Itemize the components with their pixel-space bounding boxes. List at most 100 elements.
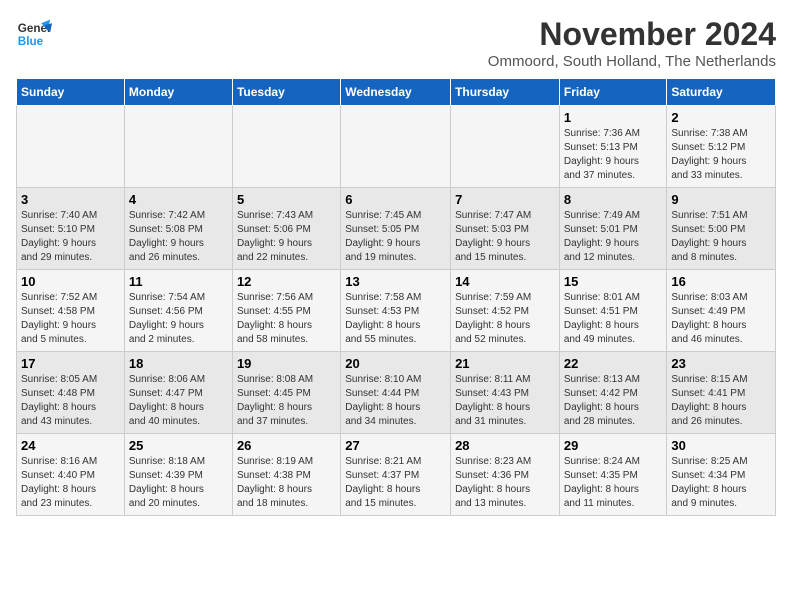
calendar-cell: 14 Sunrise: 7:59 AM Sunset: 4:52 PM Dayli… — [451, 270, 560, 352]
day-info: Sunrise: 8:23 AM Sunset: 4:36 PM Dayligh… — [455, 455, 555, 511]
day-number: 19 — [237, 356, 336, 371]
day-number: 15 — [564, 274, 663, 289]
day-number: 23 — [671, 356, 771, 371]
day-info: Sunrise: 7:59 AM Sunset: 4:52 PM Dayligh… — [455, 291, 555, 347]
day-number: 20 — [345, 356, 446, 371]
day-number: 2 — [671, 110, 771, 125]
day-number: 22 — [564, 356, 663, 371]
day-info: Sunrise: 7:43 AM Sunset: 5:06 PM Dayligh… — [237, 209, 336, 265]
calendar-week-2: 3Sunrise: 7:40 AM Sunset: 5:10 PM Daylig… — [17, 188, 776, 270]
calendar-cell: 27 Sunrise: 8:21 AM Sunset: 4:37 PM Dayli… — [341, 434, 451, 516]
column-header-friday: Friday — [559, 79, 667, 106]
day-info: Sunrise: 7:45 AM Sunset: 5:05 PM Dayligh… — [345, 209, 446, 265]
day-info: Sunrise: 7:38 AM Sunset: 5:12 PM Dayligh… — [671, 127, 771, 183]
calendar-cell: 5 Sunrise: 7:43 AM Sunset: 5:06 PM Daylig… — [232, 188, 340, 270]
column-header-monday: Monday — [124, 79, 232, 106]
calendar-cell: 20 Sunrise: 8:10 AM Sunset: 4:44 PM Dayli… — [341, 352, 451, 434]
calendar-week-4: 17 Sunrise: 8:05 AM Sunset: 4:48 PM Dayli… — [17, 352, 776, 434]
calendar-cell: 17 Sunrise: 8:05 AM Sunset: 4:48 PM Dayli… — [17, 352, 125, 434]
calendar-cell — [341, 106, 451, 188]
day-number: 6 — [345, 192, 446, 207]
calendar-cell: 22Sunrise: 8:13 AM Sunset: 4:42 PM Dayli… — [559, 352, 667, 434]
calendar-cell: 10 Sunrise: 7:52 AM Sunset: 4:58 PM Dayli… — [17, 270, 125, 352]
calendar-cell: 2 Sunrise: 7:38 AM Sunset: 5:12 PM Daylig… — [667, 106, 776, 188]
calendar-cell: 7 Sunrise: 7:47 AM Sunset: 5:03 PM Daylig… — [451, 188, 560, 270]
calendar-cell: 16 Sunrise: 8:03 AM Sunset: 4:49 PM Dayli… — [667, 270, 776, 352]
title-section: November 2024 Ommoord, South Holland, Th… — [488, 16, 776, 70]
day-number: 18 — [129, 356, 228, 371]
calendar-cell — [451, 106, 560, 188]
day-info: Sunrise: 8:25 AM Sunset: 4:34 PM Dayligh… — [671, 455, 771, 511]
day-number: 24 — [21, 438, 120, 453]
calendar-week-3: 10 Sunrise: 7:52 AM Sunset: 4:58 PM Dayli… — [17, 270, 776, 352]
header-row: SundayMondayTuesdayWednesdayThursdayFrid… — [17, 79, 776, 106]
calendar-cell: 3Sunrise: 7:40 AM Sunset: 5:10 PM Daylig… — [17, 188, 125, 270]
day-info: Sunrise: 8:08 AM Sunset: 4:45 PM Dayligh… — [237, 373, 336, 429]
calendar-cell: 19 Sunrise: 8:08 AM Sunset: 4:45 PM Dayli… — [232, 352, 340, 434]
day-number: 9 — [671, 192, 771, 207]
day-number: 26 — [237, 438, 336, 453]
column-header-saturday: Saturday — [667, 79, 776, 106]
day-number: 14 — [455, 274, 555, 289]
day-info: Sunrise: 8:10 AM Sunset: 4:44 PM Dayligh… — [345, 373, 446, 429]
day-number: 13 — [345, 274, 446, 289]
day-number: 27 — [345, 438, 446, 453]
calendar-cell: 6 Sunrise: 7:45 AM Sunset: 5:05 PM Daylig… — [341, 188, 451, 270]
day-number: 5 — [237, 192, 336, 207]
calendar-cell: 24 Sunrise: 8:16 AM Sunset: 4:40 PM Dayli… — [17, 434, 125, 516]
calendar-cell: 30Sunrise: 8:25 AM Sunset: 4:34 PM Dayli… — [667, 434, 776, 516]
day-number: 16 — [671, 274, 771, 289]
column-header-tuesday: Tuesday — [232, 79, 340, 106]
calendar-cell: 13 Sunrise: 7:58 AM Sunset: 4:53 PM Dayli… — [341, 270, 451, 352]
calendar-cell: 29Sunrise: 8:24 AM Sunset: 4:35 PM Dayli… — [559, 434, 667, 516]
day-number: 4 — [129, 192, 228, 207]
page-subtitle: Ommoord, South Holland, The Netherlands — [488, 53, 776, 70]
calendar-cell: 1 Sunrise: 7:36 AM Sunset: 5:13 PM Daylig… — [559, 106, 667, 188]
calendar-cell — [17, 106, 125, 188]
calendar-cell: 4 Sunrise: 7:42 AM Sunset: 5:08 PM Daylig… — [124, 188, 232, 270]
day-info: Sunrise: 8:15 AM Sunset: 4:41 PM Dayligh… — [671, 373, 771, 429]
day-number: 17 — [21, 356, 120, 371]
day-info: Sunrise: 8:01 AM Sunset: 4:51 PM Dayligh… — [564, 291, 663, 347]
calendar-cell: 12 Sunrise: 7:56 AM Sunset: 4:55 PM Dayli… — [232, 270, 340, 352]
day-info: Sunrise: 7:54 AM Sunset: 4:56 PM Dayligh… — [129, 291, 228, 347]
day-info: Sunrise: 8:24 AM Sunset: 4:35 PM Dayligh… — [564, 455, 663, 511]
day-number: 28 — [455, 438, 555, 453]
calendar-cell: 28 Sunrise: 8:23 AM Sunset: 4:36 PM Dayli… — [451, 434, 560, 516]
calendar-cell: 25Sunrise: 8:18 AM Sunset: 4:39 PM Dayli… — [124, 434, 232, 516]
day-info: Sunrise: 7:56 AM Sunset: 4:55 PM Dayligh… — [237, 291, 336, 347]
day-info: Sunrise: 7:52 AM Sunset: 4:58 PM Dayligh… — [21, 291, 120, 347]
day-info: Sunrise: 8:11 AM Sunset: 4:43 PM Dayligh… — [455, 373, 555, 429]
day-number: 21 — [455, 356, 555, 371]
calendar-cell: 26Sunrise: 8:19 AM Sunset: 4:38 PM Dayli… — [232, 434, 340, 516]
calendar-table: SundayMondayTuesdayWednesdayThursdayFrid… — [16, 78, 776, 516]
day-info: Sunrise: 7:58 AM Sunset: 4:53 PM Dayligh… — [345, 291, 446, 347]
logo: General Blue — [16, 16, 52, 52]
day-info: Sunrise: 7:40 AM Sunset: 5:10 PM Dayligh… — [21, 209, 120, 265]
day-number: 10 — [21, 274, 120, 289]
day-number: 1 — [564, 110, 663, 125]
day-number: 8 — [564, 192, 663, 207]
calendar-cell: 11Sunrise: 7:54 AM Sunset: 4:56 PM Dayli… — [124, 270, 232, 352]
calendar-cell: 9Sunrise: 7:51 AM Sunset: 5:00 PM Daylig… — [667, 188, 776, 270]
day-info: Sunrise: 7:47 AM Sunset: 5:03 PM Dayligh… — [455, 209, 555, 265]
day-info: Sunrise: 7:36 AM Sunset: 5:13 PM Dayligh… — [564, 127, 663, 183]
day-info: Sunrise: 8:21 AM Sunset: 4:37 PM Dayligh… — [345, 455, 446, 511]
calendar-week-5: 24 Sunrise: 8:16 AM Sunset: 4:40 PM Dayli… — [17, 434, 776, 516]
calendar-cell: 15 Sunrise: 8:01 AM Sunset: 4:51 PM Dayli… — [559, 270, 667, 352]
calendar-cell — [232, 106, 340, 188]
calendar-cell: 21 Sunrise: 8:11 AM Sunset: 4:43 PM Dayli… — [451, 352, 560, 434]
day-number: 7 — [455, 192, 555, 207]
day-info: Sunrise: 8:03 AM Sunset: 4:49 PM Dayligh… — [671, 291, 771, 347]
calendar-cell — [124, 106, 232, 188]
day-info: Sunrise: 7:42 AM Sunset: 5:08 PM Dayligh… — [129, 209, 228, 265]
svg-text:Blue: Blue — [18, 35, 44, 48]
column-header-thursday: Thursday — [451, 79, 560, 106]
day-info: Sunrise: 8:05 AM Sunset: 4:48 PM Dayligh… — [21, 373, 120, 429]
page-title: November 2024 — [488, 16, 776, 53]
calendar-week-1: 1 Sunrise: 7:36 AM Sunset: 5:13 PM Daylig… — [17, 106, 776, 188]
day-info: Sunrise: 7:49 AM Sunset: 5:01 PM Dayligh… — [564, 209, 663, 265]
day-number: 12 — [237, 274, 336, 289]
logo-icon: General Blue — [16, 16, 52, 52]
day-info: Sunrise: 8:16 AM Sunset: 4:40 PM Dayligh… — [21, 455, 120, 511]
